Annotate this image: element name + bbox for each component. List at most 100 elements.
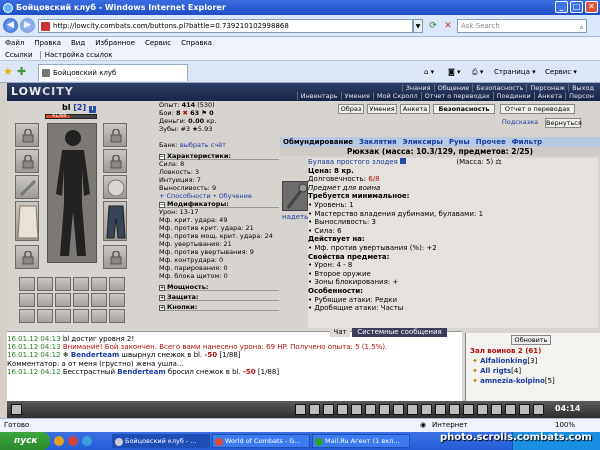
browser-tab[interactable]: Бойцовский клуб bbox=[38, 64, 188, 81]
toolbar-icon[interactable] bbox=[309, 404, 320, 415]
image-button[interactable]: Образ bbox=[338, 104, 364, 114]
minimize-button[interactable]: _ bbox=[555, 1, 568, 13]
quicklaunch-icon[interactable] bbox=[68, 436, 78, 446]
chat-tab[interactable]: Чат bbox=[330, 328, 350, 337]
power-section-header[interactable]: + Мощность: bbox=[159, 283, 279, 291]
tab-elixirs[interactable]: Эликсиры bbox=[400, 138, 446, 146]
abilities-links[interactable]: + Способности • Обучение bbox=[159, 192, 279, 200]
nav-knowledge[interactable]: Знания bbox=[401, 84, 434, 92]
menu-favorites[interactable]: Избранное bbox=[90, 39, 140, 47]
forward-arrow-icon[interactable]: ▶ bbox=[20, 18, 35, 33]
nav-scroll[interactable]: Мой Скролл bbox=[372, 92, 421, 100]
slot-amulet[interactable] bbox=[15, 149, 39, 173]
task-mailru[interactable]: Mail.Ru Агент (1 вкл... bbox=[312, 434, 410, 448]
slot-scroll-4[interactable] bbox=[73, 309, 89, 323]
nav-character[interactable]: Персонаж bbox=[526, 84, 569, 92]
slot-pocket-6[interactable] bbox=[109, 293, 125, 307]
toolbar-icon[interactable] bbox=[337, 404, 348, 415]
stop-icon[interactable]: ✕ bbox=[442, 20, 454, 32]
add-favorite-icon[interactable]: ✚ bbox=[17, 65, 26, 78]
zoom-level[interactable]: 100% bbox=[555, 419, 575, 432]
nav-profile[interactable]: Анкета bbox=[533, 92, 566, 100]
back-arrow-icon[interactable]: ◀ bbox=[3, 18, 18, 33]
toolbar-icon[interactable] bbox=[11, 404, 22, 415]
slot-scroll-3[interactable] bbox=[55, 309, 71, 323]
toolbar-icon[interactable] bbox=[393, 404, 404, 415]
toolbar-icon[interactable] bbox=[421, 404, 432, 415]
security-button[interactable]: Безопасность bbox=[433, 104, 495, 114]
item-image[interactable] bbox=[282, 181, 308, 211]
toolbar-icon[interactable] bbox=[351, 404, 362, 415]
tab-other[interactable]: Прочее bbox=[473, 138, 509, 146]
address-dropdown-icon[interactable]: ▼ bbox=[413, 19, 423, 33]
tab-runes[interactable]: Руны bbox=[446, 138, 473, 146]
slot-armor[interactable] bbox=[15, 201, 39, 241]
tab-spells[interactable]: Заклятия bbox=[356, 138, 400, 146]
tab-filter[interactable]: Фильтр bbox=[509, 138, 545, 146]
start-button[interactable]: пуск bbox=[0, 432, 50, 450]
close-button[interactable]: ✕ bbox=[585, 1, 598, 13]
toolbar-icon[interactable] bbox=[407, 404, 418, 415]
slot-pocket-1[interactable] bbox=[19, 293, 35, 307]
character-name[interactable]: bl [2] i bbox=[62, 103, 96, 113]
toolbar-icon[interactable] bbox=[295, 404, 306, 415]
search-input[interactable]: Ask Search ⌕ bbox=[457, 19, 587, 33]
toolbar-icon[interactable] bbox=[365, 404, 376, 415]
nav-person[interactable]: Персон bbox=[565, 92, 597, 100]
quicklaunch-icon[interactable] bbox=[82, 436, 92, 446]
defense-section-header[interactable]: + Защита: bbox=[159, 293, 279, 301]
slot-pocket-5[interactable] bbox=[91, 293, 107, 307]
task-combats[interactable]: Бойцовский клуб - ... bbox=[112, 434, 210, 448]
tools-menu[interactable]: Сервис ▾ bbox=[545, 66, 577, 78]
nav-fights[interactable]: Поединки bbox=[492, 92, 534, 100]
toolbar-icon[interactable] bbox=[477, 404, 488, 415]
slot-pocket-2[interactable] bbox=[37, 293, 53, 307]
toolbar-icon[interactable] bbox=[533, 404, 544, 415]
skills-button[interactable]: Умения bbox=[367, 104, 397, 114]
address-input[interactable]: http://lowcity.combats.com/buttons.pl?ba… bbox=[38, 19, 413, 33]
info-icon[interactable]: i bbox=[88, 106, 96, 113]
slot-scroll-2[interactable] bbox=[37, 309, 53, 323]
transfer-report-button[interactable]: Отчет о переводах bbox=[500, 104, 575, 114]
page-menu[interactable]: Страница ▾ bbox=[494, 66, 536, 78]
hint-link[interactable]: Подсказка bbox=[500, 118, 540, 128]
feeds-icon[interactable]: ◙ ▾ bbox=[448, 66, 461, 78]
links-item[interactable]: Настройка ссылок bbox=[39, 51, 113, 59]
favorites-star-icon[interactable]: ★ bbox=[3, 65, 13, 78]
toolbar-icon[interactable] bbox=[505, 404, 516, 415]
slot-boots[interactable] bbox=[103, 245, 127, 269]
slot-scroll-6[interactable] bbox=[109, 309, 125, 323]
slot-helmet[interactable] bbox=[15, 123, 39, 147]
toolbar-icon[interactable] bbox=[491, 404, 502, 415]
refresh-icon[interactable]: ⟳ bbox=[426, 20, 440, 32]
system-messages-tab[interactable]: Системные сообщения bbox=[352, 328, 447, 337]
menu-tools[interactable]: Сервис bbox=[140, 39, 176, 47]
slot-gloves[interactable] bbox=[103, 149, 127, 173]
toolbar-icon[interactable] bbox=[449, 404, 460, 415]
slot-pocket-3[interactable] bbox=[55, 293, 71, 307]
home-icon[interactable]: ⌂ ▾ bbox=[424, 66, 434, 78]
room-user[interactable]: ✦ All rigts[4] bbox=[472, 367, 521, 376]
slot-scroll-1[interactable] bbox=[19, 309, 35, 323]
slot-item-3[interactable] bbox=[109, 277, 125, 291]
slot-ring-1[interactable] bbox=[19, 277, 35, 291]
nav-inventory[interactable]: Инвентарь bbox=[296, 92, 341, 100]
bank-select-link[interactable]: выбрать счёт bbox=[180, 141, 226, 149]
toolbar-icon[interactable] bbox=[463, 404, 474, 415]
quicklaunch-icon[interactable] bbox=[54, 436, 64, 446]
toolbar-icon[interactable] bbox=[519, 404, 530, 415]
wear-link[interactable]: надеть bbox=[282, 213, 308, 221]
print-icon[interactable]: ⎙ ▾ bbox=[472, 66, 483, 78]
slot-item-2[interactable] bbox=[91, 277, 107, 291]
room-user[interactable]: ✦ Alfalionking[3] bbox=[472, 357, 537, 366]
return-button[interactable]: Вернуться bbox=[545, 118, 582, 128]
nav-transfers[interactable]: Отчет о переводах bbox=[420, 92, 493, 100]
search-icon[interactable]: ⌕ bbox=[580, 21, 584, 34]
char-section-header[interactable]: − Характеристики: bbox=[159, 152, 279, 160]
menu-help[interactable]: Справка bbox=[176, 39, 217, 47]
nav-skills[interactable]: Умения bbox=[340, 92, 373, 100]
tab-equipment[interactable]: Обмундирование bbox=[280, 138, 356, 146]
maximize-button[interactable]: □ bbox=[570, 1, 583, 13]
menu-view[interactable]: Вид bbox=[66, 39, 90, 47]
profile-button[interactable]: Анкета bbox=[400, 104, 430, 114]
